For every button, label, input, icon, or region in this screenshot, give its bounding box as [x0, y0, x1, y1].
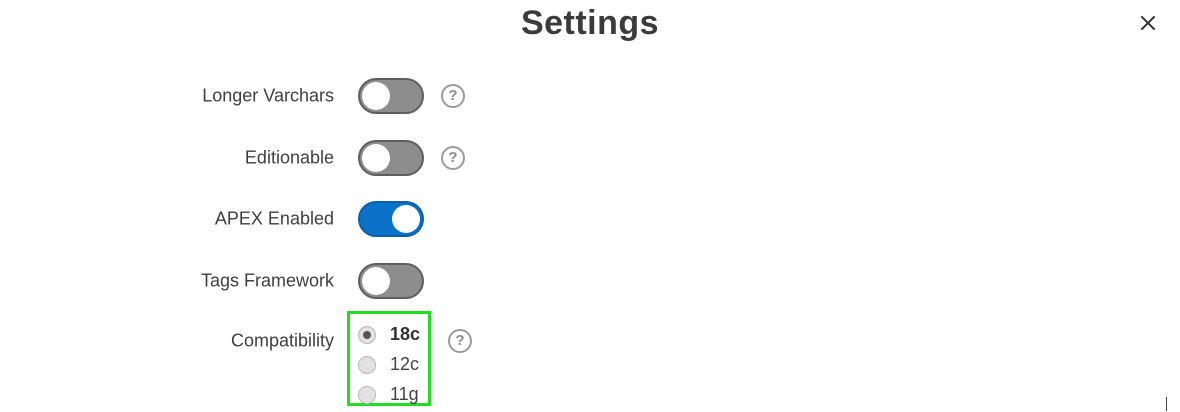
toggle-knob — [362, 144, 390, 172]
page-title: Settings — [520, 4, 660, 42]
radio-button-checked[interactable] — [358, 326, 376, 344]
setting-row-apex-enabled: APEX Enabled — [0, 199, 1180, 239]
close-button[interactable] — [1135, 10, 1161, 36]
setting-label: Longer Varchars — [202, 85, 334, 106]
text-cursor — [1166, 397, 1167, 411]
toggle-knob — [392, 205, 420, 233]
setting-label: Tags Framework — [200, 270, 334, 291]
radio-label: 11g — [390, 384, 419, 404]
setting-row-editionable: Editionable ? — [0, 138, 1180, 178]
close-icon — [1141, 16, 1155, 30]
radio-option-18c[interactable]: 18c — [358, 322, 430, 348]
radio-option-12c[interactable]: 12c — [358, 352, 430, 378]
setting-row-tags-framework: Tags Framework — [0, 261, 1180, 301]
editionable-toggle[interactable] — [358, 140, 424, 176]
tags-framework-toggle[interactable] — [358, 263, 424, 299]
radio-button[interactable] — [358, 386, 376, 404]
toggle-knob — [362, 82, 390, 110]
help-icon[interactable]: ? — [441, 84, 465, 108]
apex-enabled-toggle[interactable] — [358, 201, 424, 237]
help-icon[interactable]: ? — [441, 146, 465, 170]
help-icon[interactable]: ? — [448, 329, 472, 353]
radio-label: 18c — [390, 324, 421, 344]
radio-label: 12c — [390, 354, 420, 374]
compatibility-label: Compatibility — [230, 330, 334, 351]
setting-label: APEX Enabled — [214, 208, 334, 229]
radio-button[interactable] — [358, 356, 376, 374]
radio-option-11g[interactable]: 11g — [358, 382, 430, 408]
compatibility-radio-group: 18c 12c 11g — [347, 311, 431, 406]
setting-label: Editionable — [244, 147, 334, 168]
longer-varchars-toggle[interactable] — [358, 78, 424, 114]
toggle-knob — [362, 267, 390, 295]
setting-row-longer-varchars: Longer Varchars ? — [0, 76, 1180, 116]
setting-row-compatibility: Compatibility ? — [0, 321, 1180, 361]
